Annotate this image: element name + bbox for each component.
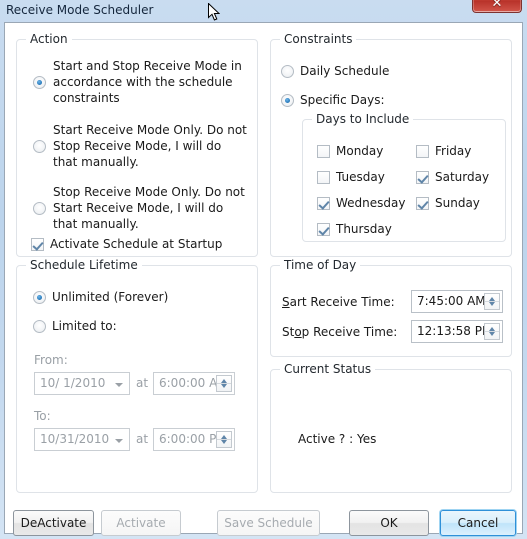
stop-receive-time-label: Stop Receive Time:	[282, 325, 398, 339]
start-receive-time-field[interactable]: 7:45:00 AM	[411, 290, 503, 313]
checkbox-saturday-label: Saturday	[435, 170, 490, 184]
schedule-lifetime-groupbox: Schedule Lifetime Unlimited (Forever) Li…	[16, 258, 258, 493]
time-of-day-groupbox: Time of Day Sart Receive Time: 7:45:00 A…	[270, 258, 512, 357]
radio-daily-schedule[interactable]	[281, 65, 294, 78]
checkbox-tuesday-label: Tuesday	[336, 170, 385, 184]
checkbox-thursday[interactable]	[317, 223, 330, 236]
stop-time-spinner[interactable]	[484, 323, 500, 340]
window-title: Receive Mode Scheduler	[6, 3, 154, 17]
checkbox-monday-label: Monday	[336, 144, 384, 158]
chevron-down-icon	[115, 383, 123, 387]
chevron-down-icon	[115, 439, 123, 443]
checkbox-monday[interactable]	[317, 145, 330, 158]
current-status-groupbox: Current Status Active ? : Yes	[270, 362, 512, 493]
radio-daily-schedule-label: Daily Schedule	[300, 64, 390, 78]
stop-receive-time-field[interactable]: 12:13:58 PM	[411, 320, 503, 343]
radio-unlimited[interactable]	[33, 291, 46, 304]
to-date-value: 10/31/2010	[40, 432, 110, 446]
title-bar: Receive Mode Scheduler ✕	[0, 0, 527, 22]
from-label: From:	[34, 353, 68, 367]
close-button[interactable]: ✕	[472, 0, 522, 13]
dialog-window: Receive Mode Scheduler ✕ Action Start an…	[0, 0, 527, 539]
action-groupbox: Action Start and Stop Receive Mode in ac…	[16, 32, 258, 257]
constraints-group-title: Constraints	[280, 32, 357, 46]
radio-limited-to[interactable]	[33, 320, 46, 333]
checkbox-sunday[interactable]	[416, 197, 429, 210]
checkbox-activate-at-startup-label: Activate Schedule at Startup	[50, 237, 223, 251]
radio-specific-days[interactable]	[281, 94, 294, 107]
client-area: Action Start and Stop Receive Mode in ac…	[4, 22, 523, 536]
radio-unlimited-label: Unlimited (Forever)	[52, 290, 169, 304]
checkbox-friday[interactable]	[416, 145, 429, 158]
checkbox-wednesday-label: Wednesday	[336, 196, 406, 210]
from-date-value: 10/ 1/2010	[40, 376, 106, 390]
radio-start-and-stop[interactable]	[33, 76, 46, 89]
from-time-spinner[interactable]	[216, 375, 232, 392]
radio-start-only[interactable]	[33, 140, 46, 153]
stop-receive-time-value: 12:13:58 PM	[417, 324, 493, 338]
start-time-spinner[interactable]	[484, 293, 500, 310]
checkbox-thursday-label: Thursday	[336, 222, 392, 236]
deactivate-button[interactable]: DeActivate	[13, 510, 94, 536]
close-icon: ✕	[491, 0, 503, 11]
action-group-title: Action	[26, 32, 72, 46]
radio-start-and-stop-label: Start and Stop Receive Mode in accordanc…	[53, 59, 242, 105]
checkbox-activate-at-startup[interactable]	[31, 238, 44, 251]
checkbox-sunday-label: Sunday	[435, 196, 480, 210]
start-receive-time-value: 7:45:00 AM	[417, 294, 486, 308]
to-at-label: at	[136, 432, 149, 446]
start-receive-time-label: Sart Receive Time:	[282, 295, 395, 309]
checkbox-wednesday[interactable]	[317, 197, 330, 210]
constraints-groupbox: Constraints Daily Schedule Specific Days…	[270, 32, 512, 257]
radio-specific-days-label: Specific Days:	[300, 93, 385, 107]
save-schedule-button[interactable]: Save Schedule	[217, 510, 320, 536]
radio-limited-to-label: Limited to:	[52, 319, 117, 333]
cancel-button[interactable]: Cancel	[440, 510, 516, 536]
radio-stop-only-label: Stop Receive Mode Only. Do not Start Rec…	[53, 185, 245, 231]
to-date-picker[interactable]: 10/31/2010	[34, 428, 130, 451]
to-time-spinner[interactable]	[216, 431, 232, 448]
status-group-title: Current Status	[280, 362, 376, 376]
checkbox-friday-label: Friday	[435, 144, 472, 158]
radio-start-only-label: Start Receive Mode Only. Do not Stop Rec…	[53, 123, 247, 169]
checkbox-tuesday[interactable]	[317, 171, 330, 184]
activate-button[interactable]: Activate	[101, 510, 181, 536]
checkbox-saturday[interactable]	[416, 171, 429, 184]
from-date-picker[interactable]: 10/ 1/2010	[34, 372, 130, 395]
to-time-field[interactable]: 6:00:00 PM	[153, 428, 235, 451]
to-label: To:	[34, 409, 51, 423]
ok-button[interactable]: OK	[349, 510, 429, 536]
from-at-label: at	[136, 376, 149, 390]
status-text: Active ? : Yes	[298, 432, 377, 446]
time-of-day-group-title: Time of Day	[280, 258, 361, 272]
lifetime-group-title: Schedule Lifetime	[26, 258, 142, 272]
days-group-title: Days to Include	[312, 112, 414, 126]
radio-stop-only[interactable]	[33, 202, 46, 215]
days-to-include-groupbox: Days to Include Monday Tuesday Wednesday…	[302, 112, 506, 242]
from-time-field[interactable]: 6:00:00 AM	[153, 372, 235, 395]
